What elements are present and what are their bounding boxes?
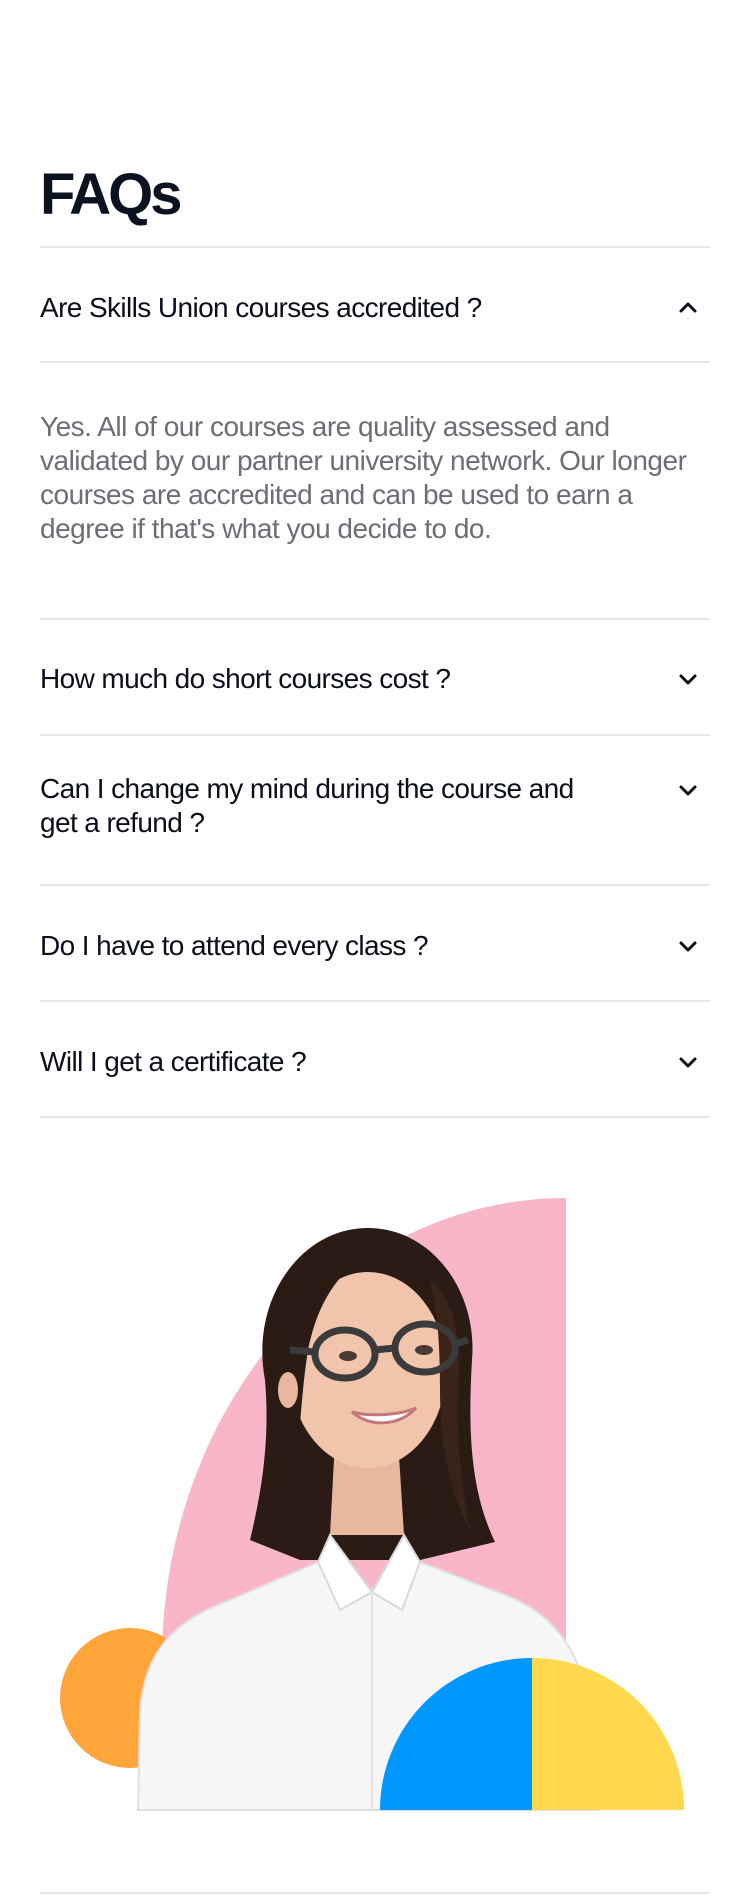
faq-question-text: Are Skills Union courses accredited ? [40, 292, 482, 323]
faq-divider [40, 734, 710, 736]
chevron-down-icon[interactable] [668, 659, 708, 699]
page-title: FAQs [40, 161, 182, 227]
faq-page: FAQs Are Skills Union courses accredited… [0, 0, 750, 1896]
chevron-down-icon[interactable] [668, 1042, 708, 1082]
decorative-shapes [60, 1198, 684, 1811]
bottom-divider [40, 1892, 710, 1894]
faq-divider [40, 361, 710, 363]
chevron-up-icon[interactable] [668, 288, 708, 328]
faq-divider [40, 618, 710, 620]
faq-question-text: How much do short courses cost ? [40, 663, 451, 694]
faq-divider [40, 1116, 710, 1118]
faq-divider [40, 884, 710, 886]
chevron-down-icon[interactable] [668, 926, 708, 966]
faq-divider [40, 1000, 710, 1002]
chevron-down-icon[interactable] [668, 770, 708, 810]
faq-question-attendance[interactable]: Do I have to attend every class ? [40, 922, 710, 970]
yellow-quarter-shape [532, 1658, 684, 1810]
faq-question-text: Do I have to attend every class ? [40, 930, 429, 961]
faq-answer-accredited: Yes. All of our courses are quality asse… [40, 411, 687, 544]
faq-question-accredited[interactable]: Are Skills Union courses accredited ? [40, 284, 710, 332]
faq-question-refund[interactable]: Can I change my mind during the course a… [40, 772, 710, 852]
faq-question-certificate[interactable]: Will I get a certificate ? [40, 1038, 710, 1086]
faq-question-cost[interactable]: How much do short courses cost ? [40, 655, 710, 703]
faq-question-text: Can I change my mind during the course a… [40, 773, 574, 838]
faq-question-text: Will I get a certificate ? [40, 1046, 307, 1077]
hero-illustration [0, 1190, 750, 1820]
faq-divider [40, 246, 710, 248]
